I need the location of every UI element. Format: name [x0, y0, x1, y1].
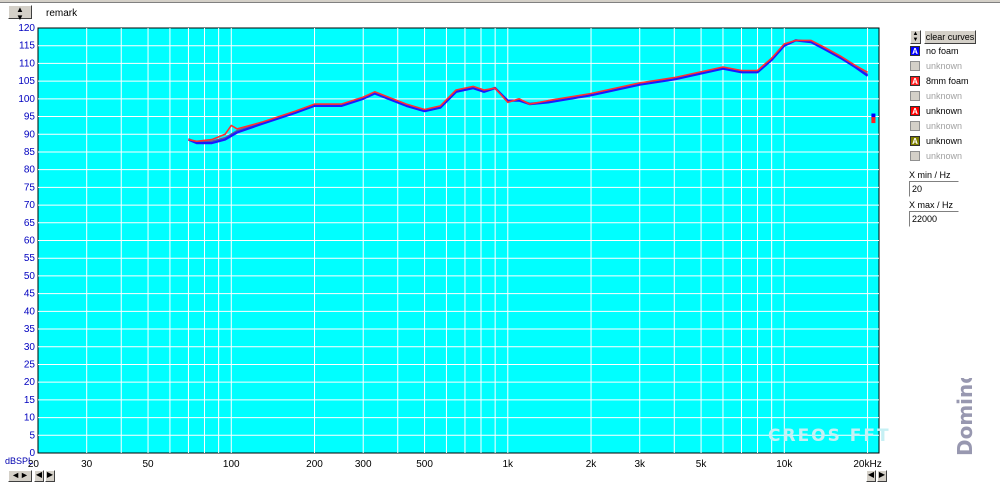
legend-swatch[interactable]: A [910, 136, 920, 146]
legend-swatch[interactable] [910, 151, 920, 161]
x-tick-label: 1k [503, 459, 515, 470]
legend-label: unknown [926, 136, 963, 146]
y-tick-label: 20 [24, 377, 36, 388]
y-tick-label: 115 [19, 41, 35, 52]
legend-swatch[interactable]: A [910, 106, 920, 116]
x-tick-label: 300 [355, 459, 372, 470]
x-scroll-left-button[interactable]: ◄► [8, 470, 32, 482]
x-axis-tick-labels: 20 30 50 100 200 300 500 1k 2k 3k 5k 10k 20kHz [28, 459, 882, 470]
x-zoom-next-button[interactable]: ▶ [877, 470, 887, 482]
y-tick-label: 100 [18, 94, 35, 105]
x-tick-label: 50 [142, 459, 154, 470]
creos-watermark: CREOS FFT [768, 426, 891, 446]
xmin-label: X min / Hz [909, 170, 951, 180]
y-tick-label: 30 [24, 342, 36, 353]
legend-item[interactable]: unknown [910, 60, 998, 72]
legend-label: unknown [926, 106, 963, 116]
y-tick-label: 120 [18, 23, 35, 34]
y-tick-label: 25 [24, 359, 36, 370]
x-tick-label: 500 [416, 459, 433, 470]
x-tick-label: 30 [81, 459, 93, 470]
x-tick-label: 100 [223, 459, 240, 470]
x-tick-label: 10k [776, 459, 793, 470]
y-tick-label: 75 [24, 182, 36, 193]
legend-item[interactable]: A 8mm foam [910, 75, 998, 87]
legend-label: unknown [926, 121, 963, 131]
legend-item[interactable]: unknown [910, 150, 998, 162]
legend-swatch[interactable] [910, 121, 920, 131]
legend-swatch[interactable] [910, 91, 920, 101]
x-tick-label: 200 [306, 459, 323, 470]
y-tick-label: 10 [24, 413, 36, 424]
end-markers [871, 113, 876, 124]
y-tick-label: 95 [24, 112, 36, 123]
y-tick-label: 80 [24, 165, 36, 176]
legend-label: 8mm foam [926, 76, 969, 86]
y-tick-label: 45 [24, 289, 36, 300]
end-marker-1 [871, 117, 876, 124]
x-tick-label: 5k [696, 459, 708, 470]
legend-label: unknown [926, 91, 963, 101]
x-tick-label: 3k [634, 459, 646, 470]
y-tick-label: 5 [29, 430, 35, 441]
y-tick-label: 70 [24, 200, 36, 211]
x-scroll-prev-button[interactable]: ◀ [34, 470, 44, 482]
legend-swatch[interactable]: A [910, 46, 920, 56]
legend-swatch[interactable] [910, 61, 920, 71]
y-axis-label: dBSPL [5, 456, 33, 466]
y-tick-label: 85 [24, 147, 36, 158]
legend-item[interactable]: Aunknown [910, 135, 998, 147]
frequency-response-chart: 0510152025303540455055606570758085909510… [5, 23, 882, 470]
xmin-input[interactable] [909, 181, 959, 197]
clear-scroll-button[interactable]: ▲ ▼ [910, 30, 921, 44]
xmax-input[interactable] [909, 211, 959, 227]
legend-swatch[interactable]: A [910, 76, 920, 86]
domino-logo: Domino [953, 378, 977, 456]
y-axis-tick-labels: 0510152025303540455055606570758085909510… [18, 23, 35, 459]
y-tick-label: 35 [24, 324, 36, 335]
y-tick-label: 110 [19, 58, 35, 69]
y-tick-label: 65 [24, 218, 36, 229]
y-tick-label: 60 [24, 236, 36, 247]
y-tick-label: 50 [24, 271, 36, 282]
y-tick-label: 105 [18, 76, 35, 87]
y-tick-label: 40 [24, 306, 36, 317]
legend-label: no foam [926, 46, 959, 56]
y-tick-label: 15 [24, 395, 36, 406]
x-scroll-next-button[interactable]: ▶ [45, 470, 55, 482]
legend-label: unknown [926, 61, 963, 71]
y-tick-label: 55 [24, 253, 36, 264]
legend-item[interactable]: Ano foam [910, 45, 998, 57]
xmax-label: X max / Hz [909, 200, 954, 210]
legend-item[interactable]: unknown [910, 90, 998, 102]
clear-curves-button[interactable]: clear curves [924, 30, 976, 44]
domino-logo-text: Domino [953, 378, 977, 456]
legend-item[interactable]: unknown [910, 120, 998, 132]
x-tick-label: 2k [586, 459, 598, 470]
x-tick-label: 20kHz [853, 459, 881, 470]
y-tick-label: 90 [24, 129, 36, 140]
legend-item[interactable]: Aunknown [910, 105, 998, 117]
legend-label: unknown [926, 151, 963, 161]
x-zoom-prev-button[interactable]: ◀ [866, 470, 876, 482]
